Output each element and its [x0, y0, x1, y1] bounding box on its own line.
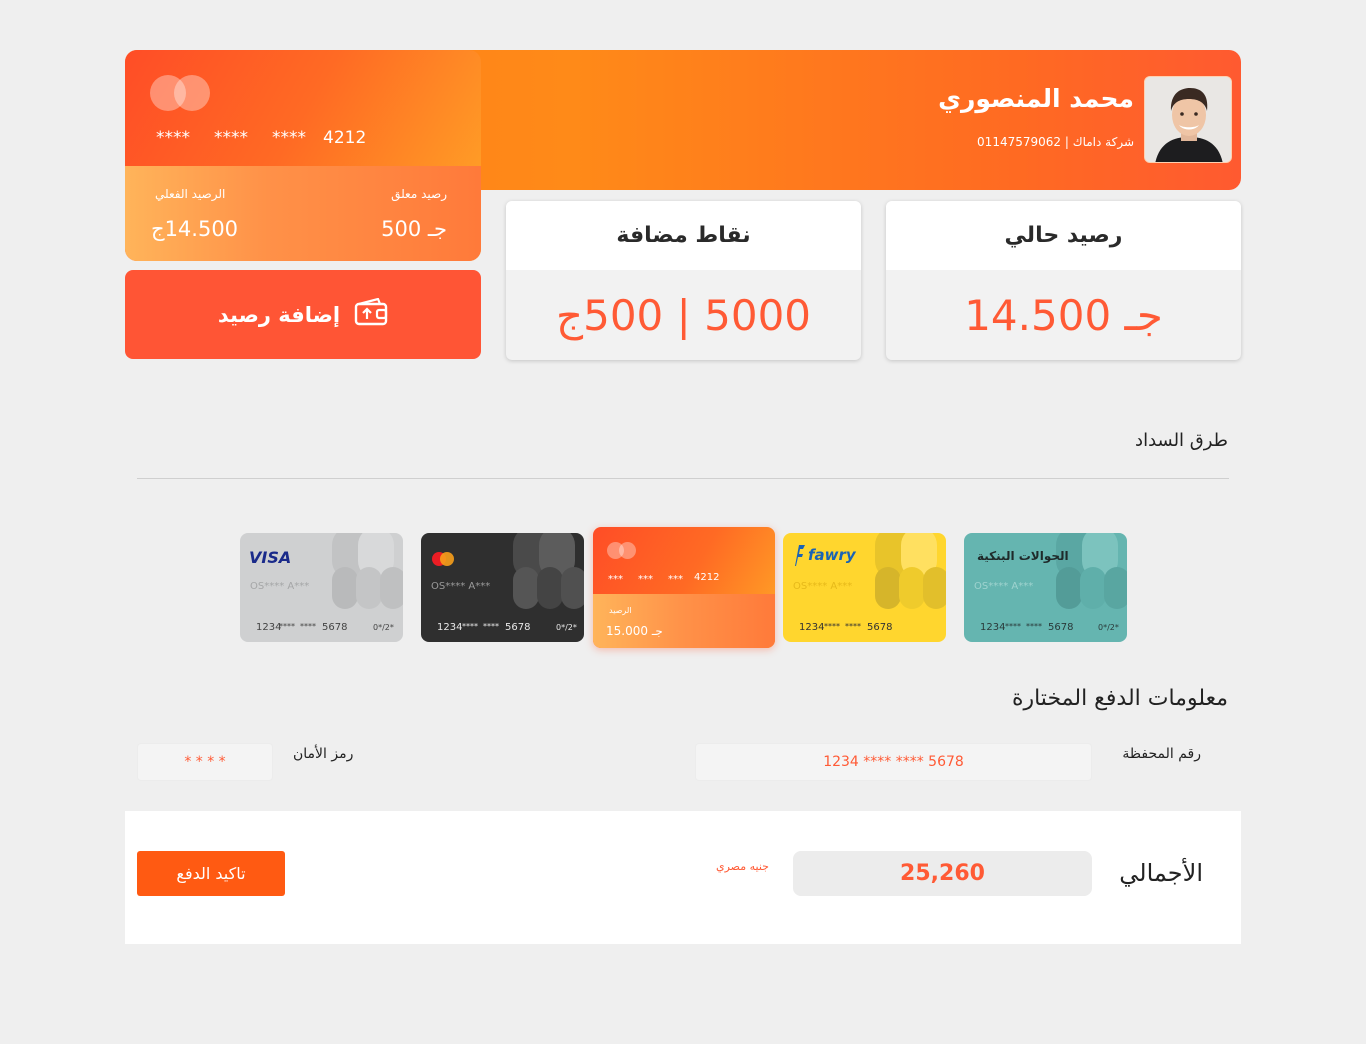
visa-logo-icon: VISA [249, 548, 292, 567]
security-code-label: رمز الأمان [293, 746, 354, 762]
actual-balance-value: 14.500ج [151, 217, 239, 241]
payment-info-title: معلومات الدفع المختارة [1011, 686, 1228, 711]
payment-methods-title: طرق السداد [1135, 430, 1228, 451]
card-holder: OS**** A*** [431, 581, 491, 592]
payment-card-wallet[interactable]: *** *** *** 4212 الرصيد جـ 15.000 [593, 527, 775, 648]
card-number-group: **** [824, 622, 840, 631]
card-number-group: **** [300, 622, 316, 631]
payment-card-fawry[interactable]: fawry OS**** A*** 1234 **** **** 5678 [783, 533, 946, 642]
wallet-balance-value: جـ 15.000 [606, 624, 663, 638]
wallet-number-field[interactable]: 1234 **** **** 5678 [695, 743, 1092, 781]
card-number-group: **** [1026, 622, 1042, 631]
card-number-group: **** [214, 128, 248, 148]
card-number-group: **** [462, 622, 478, 631]
card-number-group: **** [279, 622, 295, 631]
pending-balance-value: جـ 500 [381, 217, 447, 241]
mastercard-logo-icon [432, 552, 454, 566]
currency-label: جنيه مصري [716, 860, 769, 873]
card-number-group: 5678 [505, 622, 531, 633]
card-number-group: 1234 [437, 622, 463, 633]
points-stat: نقاط مضافة 5000 | 500ج [506, 201, 861, 360]
card-number-group: **** [483, 622, 499, 631]
card-holder: OS**** A*** [793, 581, 853, 592]
card-holder: OS**** A*** [974, 581, 1034, 592]
card-logo-icon [150, 75, 212, 111]
total-amount: 25,260 [793, 851, 1092, 896]
fawry-brand: fawry [808, 546, 856, 564]
current-balance-label: رصيد حالي [886, 201, 1241, 270]
card-number-group: **** [156, 128, 190, 148]
card-number-group: 5678 [867, 622, 893, 633]
payment-card-bank-transfer[interactable]: الحوالات البنكية OS**** A*** 1234 **** *… [964, 533, 1127, 642]
card-number-group: *** [638, 574, 653, 585]
wallet-number-label: رقم المحفظة [1122, 746, 1201, 762]
current-balance-value: جـ 14.500 [964, 290, 1163, 340]
confirm-payment-button[interactable]: تاكيد الدفع [137, 851, 285, 896]
security-code-field[interactable]: * * * * [137, 743, 273, 781]
total-label: الأجمالي [1119, 859, 1203, 887]
card-expiry: 0*/2* [373, 623, 394, 632]
card-logo-icon [607, 542, 637, 559]
points-label: نقاط مضافة [506, 201, 861, 270]
add-balance-label: إضافة رصيد [217, 302, 341, 327]
card-number-group: **** [845, 622, 861, 631]
user-company-phone: شركة داماك | 01147579062 [977, 135, 1134, 149]
card-number-group: *** [668, 574, 683, 585]
card-number-group: 5678 [322, 622, 348, 633]
wallet-add-icon [354, 297, 388, 331]
pending-balance-label: رصيد معلق [391, 187, 447, 201]
fawry-logo-icon [792, 543, 806, 571]
card-number-group: **** [1005, 622, 1021, 631]
bank-transfer-brand: الحوالات البنكية [977, 549, 1069, 563]
card-number-group: **** [272, 128, 306, 148]
card-expiry: 0*/2* [556, 623, 577, 632]
card-number-last: 4212 [694, 572, 720, 583]
card-expiry: 0*/2* [1098, 623, 1119, 632]
user-name: محمد المنصوري [938, 84, 1134, 113]
card-number-group: *** [608, 574, 623, 585]
wallet-balance-label: الرصيد [609, 606, 632, 615]
points-value: 5000 | 500ج [555, 290, 812, 340]
divider [137, 478, 1229, 479]
card-number-last: 4212 [323, 128, 367, 148]
card-balance-strip [125, 166, 481, 261]
user-avatar [1144, 76, 1232, 163]
current-balance-stat: رصيد حالي جـ 14.500 [886, 201, 1241, 360]
actual-balance-label: الرصيد الفعلي [155, 187, 226, 201]
card-number-group: 1234 [980, 622, 1006, 633]
payment-card-visa[interactable]: VISA OS**** A*** 1234 **** **** 5678 0*/… [240, 533, 403, 642]
card-number-group: 5678 [1048, 622, 1074, 633]
payment-card-mastercard[interactable]: OS**** A*** 1234 **** **** 5678 0*/2* [421, 533, 584, 642]
add-balance-button[interactable]: إضافة رصيد [125, 270, 481, 359]
card-number-group: 1234 [799, 622, 825, 633]
card-holder: OS**** A*** [250, 581, 310, 592]
wallet-card: **** **** **** 4212 رصيد معلق جـ 500 الر… [125, 50, 481, 261]
card-number-group: 1234 [256, 622, 282, 633]
